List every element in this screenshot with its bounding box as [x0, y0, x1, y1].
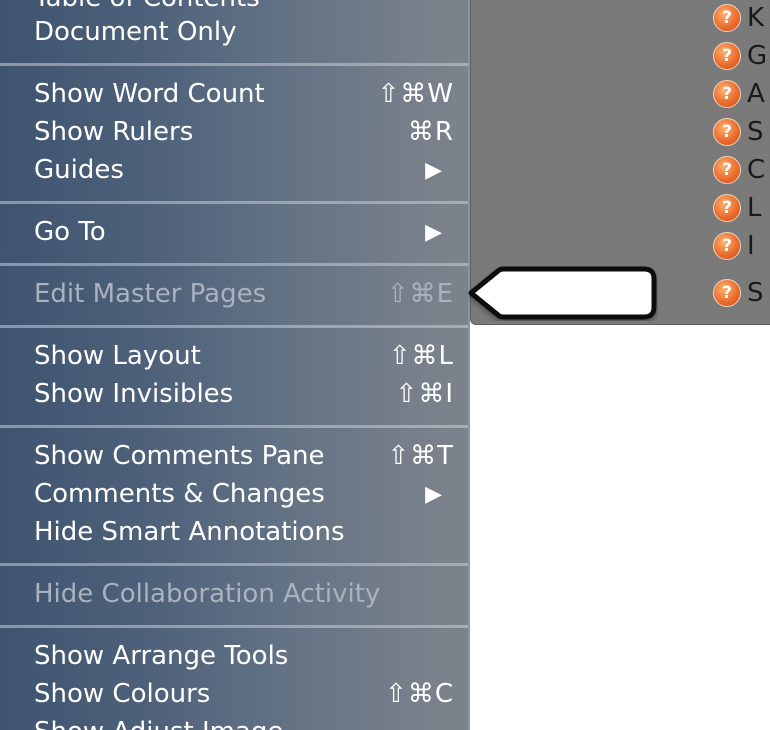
help-circle-icon: ? — [713, 118, 741, 146]
help-item-label: S — [747, 117, 764, 147]
help-list-item[interactable]: ? S — [713, 116, 764, 148]
help-item-label: A — [747, 79, 765, 109]
menu-item-label: Show Colours — [34, 679, 211, 709]
menu-item-label: Show Invisibles — [34, 379, 234, 409]
menu-item-label: Show Layout — [34, 341, 201, 371]
menu-item-shortcut: ⇧⌘T — [387, 441, 454, 471]
menu-item-show-comments-pane[interactable]: Show Comments Pane ⇧⌘T — [34, 437, 454, 475]
help-circle-icon: ? — [713, 4, 741, 32]
menu-item-show-arrange-tools[interactable]: Show Arrange Tools — [34, 637, 454, 675]
menu-item-show-colours[interactable]: Show Colours ⇧⌘C — [34, 675, 454, 713]
help-list-item[interactable]: ? A — [713, 78, 765, 110]
menu-item-show-invisibles[interactable]: Show Invisibles ⇧⌘I — [34, 375, 454, 413]
menu-item-label: Show Adjust Image — [34, 717, 283, 730]
help-circle-icon: ? — [713, 156, 741, 184]
menu-item-show-layout[interactable]: Show Layout ⇧⌘L — [34, 337, 454, 375]
menu-item-shortcut: ⌘R — [407, 117, 454, 147]
menu-item-guides[interactable]: Guides ▶ — [34, 151, 454, 189]
help-list-item[interactable]: ? S — [713, 277, 764, 309]
menu-item-label: Guides — [34, 155, 124, 185]
view-menu: Table of Contents Document Only Show Wor… — [0, 0, 470, 730]
help-circle-icon: ? — [713, 80, 741, 108]
menu-item-shortcut: ⇧⌘L — [388, 341, 454, 371]
submenu-arrow-icon: ▶ — [425, 157, 442, 183]
help-list-item[interactable]: ? L — [713, 192, 762, 224]
menu-item-label: Document Only — [34, 17, 237, 47]
help-list-item[interactable]: ? K — [713, 2, 764, 34]
menu-item-shortcut: ⇧⌘C — [385, 679, 454, 709]
menu-item-shortcut: ⇧⌘W — [377, 79, 454, 109]
help-circle-icon: ? — [713, 42, 741, 70]
menu-item-hide-smart-annotations[interactable]: Hide Smart Annotations — [34, 513, 454, 551]
help-item-label: G — [747, 41, 768, 71]
menu-item-document-only[interactable]: Document Only — [34, 13, 454, 51]
menu-item-shortcut: ⇧⌘I — [395, 379, 454, 409]
menu-item-edit-master-pages: Edit Master Pages ⇧⌘E — [34, 275, 454, 313]
menu-item-label: Table of Contents — [34, 0, 260, 13]
help-item-label: S — [747, 278, 764, 308]
menu-item-show-rulers[interactable]: Show Rulers ⌘R — [34, 113, 454, 151]
help-item-label: C — [747, 155, 766, 185]
help-item-label: L — [747, 193, 762, 223]
menu-item-label: Edit Master Pages — [34, 279, 267, 309]
help-item-label: I — [747, 231, 755, 261]
menu-separator — [0, 63, 470, 66]
menu-item-show-word-count[interactable]: Show Word Count ⇧⌘W — [34, 75, 454, 113]
menu-item-show-adjust-image[interactable]: Show Adjust Image — [34, 713, 454, 730]
help-circle-icon: ? — [713, 194, 741, 222]
help-item-label: K — [747, 3, 765, 33]
menu-item-label: Show Comments Pane — [34, 441, 325, 471]
menu-item-label: Show Word Count — [34, 79, 265, 109]
help-circle-icon: ? — [713, 232, 741, 260]
menu-item-label: Hide Collaboration Activity — [34, 579, 381, 609]
menu-item-hide-collaboration-activity: Hide Collaboration Activity — [34, 575, 454, 613]
callout-bubble — [468, 266, 657, 320]
menu-item-label: Go To — [34, 217, 106, 247]
menu-separator — [0, 201, 470, 204]
menu-separator — [0, 263, 470, 266]
menu-separator — [0, 325, 470, 328]
menu-separator — [0, 425, 470, 428]
submenu-arrow-icon: ▶ — [425, 481, 442, 507]
help-circle-icon: ? — [713, 279, 741, 307]
menu-item-label: Hide Smart Annotations — [34, 517, 345, 547]
menu-item-label: Show Rulers — [34, 117, 194, 147]
menu-item-label: Show Arrange Tools — [34, 641, 289, 671]
menu-separator — [0, 563, 470, 566]
help-list-item[interactable]: ? G — [713, 40, 767, 72]
help-list-item[interactable]: ? C — [713, 154, 765, 186]
menu-separator — [0, 625, 470, 628]
menu-item-comments-and-changes[interactable]: Comments & Changes ▶ — [34, 475, 454, 513]
submenu-arrow-icon: ▶ — [425, 219, 442, 245]
menu-item-label: Comments & Changes — [34, 479, 325, 509]
help-list-item[interactable]: ? I — [713, 230, 755, 262]
menu-item-go-to[interactable]: Go To ▶ — [34, 213, 454, 251]
menu-item-shortcut: ⇧⌘E — [386, 279, 454, 309]
